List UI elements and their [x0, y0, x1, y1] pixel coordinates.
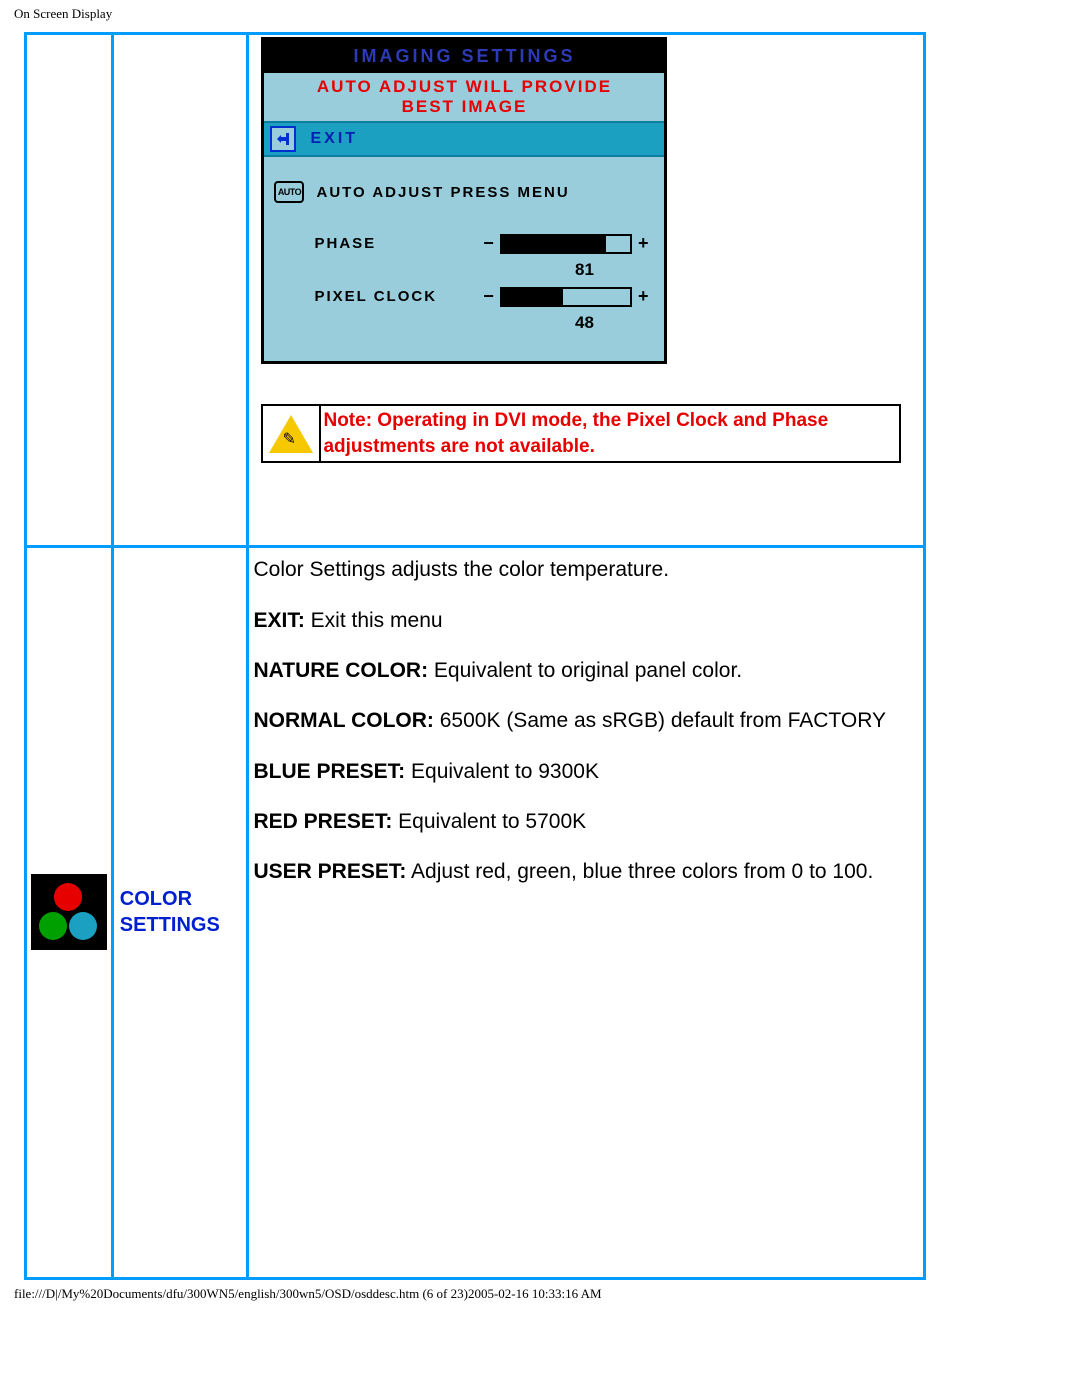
osd-panel: IMAGING SETTINGS AUTO ADJUST WILL PROVID… [261, 37, 667, 364]
minus-icon: − [483, 233, 494, 254]
osd-phase-label: PHASE [274, 235, 477, 252]
warning-icon-cell [262, 405, 320, 462]
plus-icon: + [638, 233, 649, 254]
osd-pixelclock-label: PIXEL CLOCK [274, 288, 477, 305]
color-nature-line: NATURE COLOR: Equivalent to original pan… [253, 657, 915, 685]
blue-dot-icon [69, 912, 97, 940]
color-settings-icon [31, 874, 107, 950]
osd-pixelclock-row[interactable]: PIXEL CLOCK − + [274, 286, 654, 307]
osd-subtitle-line1: AUTO ADJUST WILL PROVIDE [264, 73, 664, 97]
auto-icon: AUTO [274, 181, 304, 203]
pixelclock-value: 48 [274, 313, 654, 333]
osd-header: IMAGING SETTINGS [264, 40, 664, 73]
color-normal-line: NORMAL COLOR: 6500K (Same as sRGB) defau… [253, 707, 915, 735]
note-text-cell: Note: Operating in DVI mode, the Pixel C… [320, 405, 900, 462]
osd-exit-label: EXIT [310, 130, 358, 148]
note-box: Note: Operating in DVI mode, the Pixel C… [261, 404, 901, 463]
phase-value: 81 [274, 260, 654, 280]
osd-phase-row[interactable]: PHASE − + [274, 233, 654, 254]
color-section-label: COLOR SETTINGS [116, 886, 245, 938]
content-table: IMAGING SETTINGS AUTO ADJUST WILL PROVID… [24, 32, 926, 1280]
exit-icon [270, 126, 296, 152]
note-text: Note: Operating in DVI mode, the Pixel C… [323, 408, 897, 459]
row1-content-cell: IMAGING SETTINGS AUTO ADJUST WILL PROVID… [248, 34, 925, 547]
osd-auto-adjust-row[interactable]: AUTO AUTO ADJUST PRESS MENU [274, 181, 654, 203]
color-desc-cell: Color Settings adjusts the color tempera… [248, 547, 925, 1278]
color-user-line: USER PRESET: Adjust red, green, blue thr… [253, 858, 915, 886]
pixelclock-slider-fill [502, 289, 564, 305]
phase-slider[interactable] [500, 234, 632, 254]
green-dot-icon [39, 912, 67, 940]
pixelclock-slider[interactable] [500, 287, 632, 307]
page-header: On Screen Display [0, 0, 1080, 26]
color-label-cell: COLOR SETTINGS [112, 547, 248, 1278]
color-red-line: RED PRESET: Equivalent to 5700K [253, 808, 915, 836]
color-exit-line: EXIT: Exit this menu [253, 607, 915, 635]
row1-col1-empty [26, 34, 113, 547]
row1-col2-empty [112, 34, 248, 547]
osd-subtitle-line2: BEST IMAGE [264, 97, 664, 121]
page-footer: file:///D|/My%20Documents/dfu/300WN5/eng… [0, 1280, 1080, 1308]
osd-auto-adjust-label: AUTO ADJUST PRESS MENU [316, 184, 569, 201]
color-description: Color Settings adjusts the color tempera… [251, 550, 921, 1274]
plus-icon: + [638, 286, 649, 307]
osd-exit-row[interactable]: EXIT [264, 121, 664, 157]
color-blue-line: BLUE PRESET: Equivalent to 9300K [253, 758, 915, 786]
warning-icon [269, 415, 313, 453]
red-dot-icon [54, 883, 82, 911]
color-intro: Color Settings adjusts the color tempera… [253, 556, 915, 584]
osd-title: IMAGING SETTINGS [353, 46, 575, 66]
color-icon-cell [26, 547, 113, 1278]
minus-icon: − [483, 286, 494, 307]
phase-slider-fill [502, 236, 606, 252]
